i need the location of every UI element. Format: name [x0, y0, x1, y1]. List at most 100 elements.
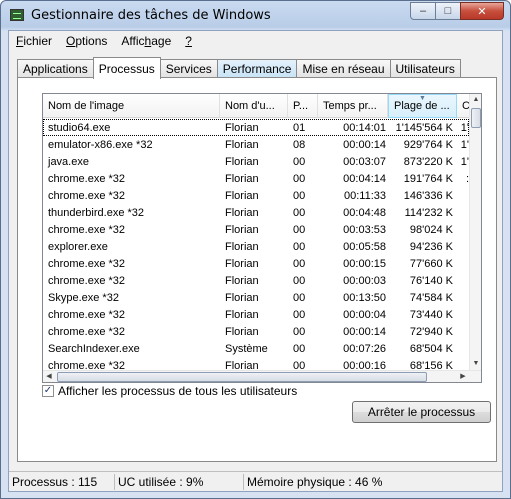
process-row[interactable]: chrome.exe *32 Florian 00 00:00:15 77'660 K — [43, 255, 469, 272]
tab-services[interactable]: Services — [159, 59, 218, 78]
process-row[interactable]: chrome.exe *32 Florian 00 00:00:04 73'440 K — [43, 306, 469, 323]
process-name: chrome.exe *32 — [48, 274, 126, 287]
process-row[interactable]: chrome.exe *32 Florian 00 00:04:14 191'764 K… — [43, 170, 469, 187]
column-cpu-time[interactable]: Temps pr... — [318, 94, 388, 118]
process-name: java.exe — [48, 155, 89, 168]
process-cpu: 00 — [293, 274, 306, 287]
process-user: Florian — [225, 325, 259, 338]
tab-performance[interactable]: Performance — [216, 59, 298, 78]
process-cpu: 00 — [293, 223, 306, 236]
column-cpu[interactable]: P... — [288, 94, 318, 118]
close-button[interactable]: ✕ — [460, 2, 504, 20]
process-cpu-time: 00:14:01 — [343, 121, 386, 134]
tab-mise-en-reseau[interactable]: Mise en réseau — [296, 59, 391, 78]
process-extra: : — [465, 172, 469, 185]
process-cpu-time: 00:04:14 — [343, 172, 386, 185]
process-cpu-time: 00:11:33 — [343, 189, 386, 202]
status-process-count: Processus : 115 — [9, 473, 115, 490]
process-user: Florian — [225, 138, 259, 151]
process-memory: 94'236 K — [409, 240, 453, 253]
process-user: Florian — [225, 291, 259, 304]
process-row[interactable]: thunderbird.exe *32 Florian 00 00:04:48 114'… — [43, 204, 469, 221]
scroll-down-icon[interactable]: ▼ — [470, 358, 481, 370]
tab-applications[interactable]: Applications — [17, 59, 94, 78]
process-memory: 114'232 K — [404, 206, 453, 219]
horizontal-scroll-thumb[interactable] — [57, 372, 427, 382]
process-cpu-time: 00:03:53 — [343, 223, 386, 236]
column-image-name[interactable]: Nom de l'image — [43, 94, 220, 118]
sort-descending-icon: ▼ — [419, 95, 426, 102]
process-name: studio64.exe — [48, 121, 111, 134]
process-name: SearchIndexer.exe — [48, 342, 140, 355]
process-cpu: 00 — [293, 291, 306, 304]
process-cpu-time: 00:13:50 — [343, 291, 386, 304]
process-row[interactable]: java.exe Florian 00 00:03:07 873'220 K 1' — [43, 153, 469, 170]
process-memory: 72'940 K — [409, 325, 453, 338]
process-user: Florian — [225, 274, 259, 287]
process-cpu: 00 — [293, 325, 306, 338]
menu-options[interactable]: Options — [59, 34, 114, 48]
process-memory: 74'584 K — [409, 291, 453, 304]
menu-fichier[interactable]: Fichier — [9, 34, 59, 48]
process-user: Florian — [225, 257, 259, 270]
horizontal-scrollbar[interactable]: ◀ ▶ — [43, 370, 481, 382]
menu-bar: Fichier Options Affichage ? — [9, 31, 502, 51]
process-extra: 1' — [460, 155, 469, 168]
status-bar: Processus : 115 UC utilisée : 9% Mémoire… — [9, 471, 502, 491]
process-row[interactable]: chrome.exe *32 Florian 00 00:11:33 146'336 K — [43, 187, 469, 204]
menu-help[interactable]: ? — [178, 34, 199, 48]
process-row[interactable]: Skype.exe *32 Florian 00 00:13:50 74'584 K — [43, 289, 469, 306]
title-bar[interactable]: Gestionnaire des tâches de Windows – □ ✕ — [1, 1, 510, 29]
process-memory: 68'504 K — [409, 342, 453, 355]
process-rows: studio64.exe Florian 01 00:14:01 1'145'564 K… — [43, 119, 469, 382]
process-name: chrome.exe *32 — [48, 223, 126, 236]
process-name: chrome.exe *32 — [48, 257, 126, 270]
process-user: Florian — [225, 189, 259, 202]
process-cpu: 00 — [293, 172, 306, 185]
process-cpu-time: 00:07:26 — [343, 342, 386, 355]
minimize-button[interactable]: – — [410, 2, 436, 20]
tab-utilisateurs[interactable]: Utilisateurs — [389, 59, 461, 78]
process-list[interactable]: Nom de l'image Nom d'u... P... Temps pr.… — [42, 93, 482, 383]
process-cpu: 00 — [293, 189, 306, 202]
scroll-right-icon[interactable]: ▶ — [457, 371, 469, 382]
process-cpu-time: 00:00:04 — [343, 308, 386, 321]
process-memory: 76'140 K — [409, 274, 453, 287]
process-row[interactable]: SearchIndexer.exe Système 00 00:07:26 68'504… — [43, 340, 469, 357]
scroll-up-icon[interactable]: ▲ — [470, 94, 481, 106]
process-memory: 77'660 K — [409, 257, 453, 270]
column-memory-sorted[interactable]: ▼ Plage de ... — [388, 94, 457, 118]
process-name: chrome.exe *32 — [48, 189, 126, 202]
process-cpu-time: 00:04:48 — [343, 206, 386, 219]
maximize-button[interactable]: □ — [435, 2, 461, 20]
show-all-users-checkbox[interactable]: ✓ — [42, 385, 54, 397]
process-cpu-time: 00:00:14 — [343, 138, 386, 151]
column-user-name[interactable]: Nom d'u... — [220, 94, 288, 118]
process-row[interactable]: studio64.exe Florian 01 00:14:01 1'145'564 K… — [43, 119, 469, 136]
scroll-left-icon[interactable]: ◀ — [43, 371, 55, 382]
process-user: Florian — [225, 223, 259, 236]
end-process-button[interactable]: Arrêter le processus — [352, 401, 491, 423]
process-row[interactable]: chrome.exe *32 Florian 00 00:00:14 72'940 K — [43, 323, 469, 340]
column-headers: Nom de l'image Nom d'u... P... Temps pr.… — [43, 94, 481, 118]
process-memory: 191'764 K — [403, 172, 453, 185]
process-name: chrome.exe *32 — [48, 172, 126, 185]
show-all-users-option[interactable]: ✓ Afficher les processus de tous les uti… — [42, 384, 297, 398]
vertical-scrollbar[interactable]: ▲ ▼ — [469, 94, 481, 370]
tab-processus[interactable]: Processus — [92, 57, 161, 79]
process-row[interactable]: emulator-x86.exe *32 Florian 08 00:00:14 929… — [43, 136, 469, 153]
process-memory: 1'145'564 K — [395, 121, 453, 134]
status-cpu-usage: UC utilisée : 9% — [115, 473, 244, 490]
process-cpu: 00 — [293, 240, 306, 253]
process-memory: 929'764 K — [403, 138, 453, 151]
vertical-scroll-thumb[interactable] — [471, 108, 481, 128]
process-row[interactable]: explorer.exe Florian 00 00:05:58 94'236 K — [43, 238, 469, 255]
process-cpu: 00 — [293, 155, 306, 168]
process-extra: 1' — [460, 138, 469, 151]
process-name: chrome.exe *32 — [48, 325, 126, 338]
process-row[interactable]: chrome.exe *32 Florian 00 00:03:53 98'024 K — [43, 221, 469, 238]
process-row[interactable]: chrome.exe *32 Florian 00 00:00:03 76'140 K — [43, 272, 469, 289]
menu-affichage[interactable]: Affichage — [114, 34, 178, 48]
status-physical-memory: Mémoire physique : 46 % — [247, 474, 383, 489]
process-extra: 1' — [460, 121, 469, 134]
